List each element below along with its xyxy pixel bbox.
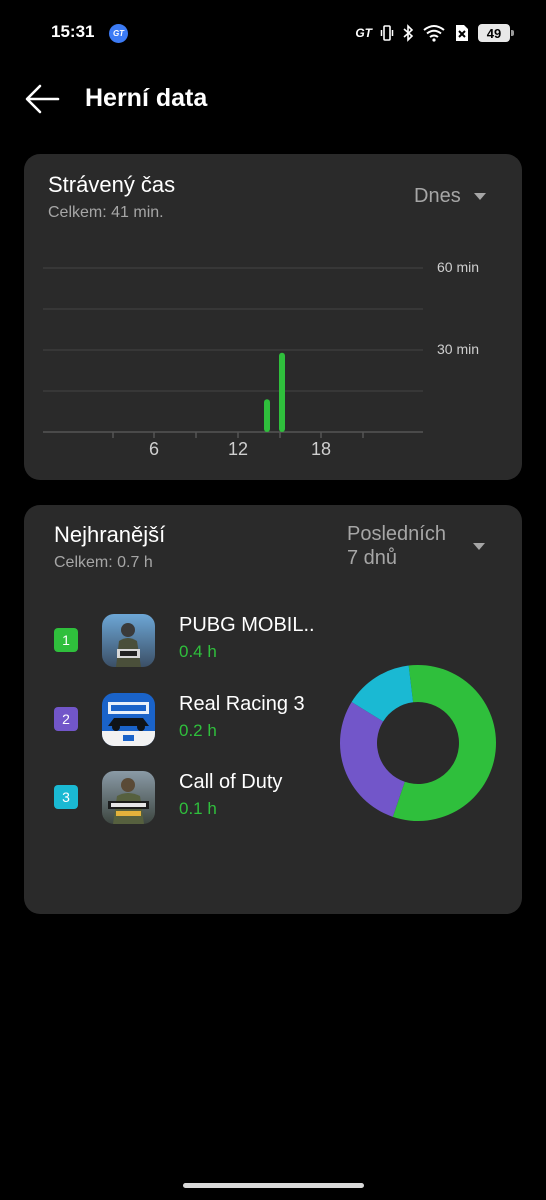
y-tick-label: 60 min — [437, 259, 480, 275]
most-played-title: Nejhranější — [54, 522, 166, 547]
y-tick-label: 30 min — [437, 341, 480, 357]
period-dropdown-label: Dnes — [414, 185, 461, 207]
status-time: 15:31 — [51, 22, 95, 41]
period-dropdown[interactable]: Posledních 7 dnů — [347, 522, 497, 572]
back-button[interactable] — [20, 80, 64, 118]
status-bar: 15:31 GT GT 49 — [0, 0, 546, 64]
time-spent-chart — [43, 267, 423, 438]
list-item[interactable]: 2 Real Racing 3 0.2 h — [24, 693, 324, 749]
no-sim-icon — [456, 25, 468, 41]
dropdown-arrow-icon — [473, 543, 485, 550]
home-indicator[interactable] — [183, 1183, 364, 1188]
gt-mode-icon: GT — [109, 24, 128, 43]
period-dropdown[interactable]: Dnes — [414, 184, 504, 212]
donut-slice — [340, 702, 405, 817]
app-name: PUBG MOBIL.. — [179, 614, 315, 636]
app-play-time: 0.1 h — [179, 799, 217, 818]
time-spent-total: Celkem: 41 min. — [48, 204, 164, 221]
play-time-donut-chart — [340, 665, 496, 821]
pubg-mobile-app-icon — [102, 614, 155, 667]
arrow-left-icon — [25, 84, 60, 114]
rank-badge: 2 — [54, 707, 78, 731]
rank-badge: 3 — [54, 785, 78, 809]
chart-bar — [279, 352, 285, 432]
gt-icon: GT — [355, 26, 372, 40]
x-tick-label: 18 — [310, 439, 332, 459]
time-spent-title: Strávený čas — [48, 172, 176, 197]
list-item[interactable]: 1 PUBG MOBIL.. 0.4 h — [24, 614, 324, 670]
vibrate-icon — [380, 25, 394, 41]
real-racing-3-app-icon — [102, 693, 155, 746]
app-play-time: 0.2 h — [179, 721, 217, 740]
app-name: Real Racing 3 — [179, 693, 305, 715]
x-tick-label: 6 — [148, 439, 160, 459]
app-play-time: 0.4 h — [179, 642, 217, 661]
most-played-card: Nejhranější Celkem: 0.7 h Posledních 7 d… — [24, 505, 522, 914]
most-played-total: Celkem: 0.7 h — [54, 554, 153, 571]
wifi-icon — [423, 25, 445, 42]
time-spent-card: Strávený čas Celkem: 41 min. Dnes 60 min… — [24, 154, 522, 480]
chart-bar — [264, 399, 270, 432]
battery-icon: 49 — [478, 24, 514, 42]
list-item[interactable]: 3 Call of Duty 0.1 h — [24, 771, 324, 827]
bluetooth-icon — [403, 24, 414, 42]
dropdown-arrow-icon — [474, 193, 486, 200]
rank-badge: 1 — [54, 628, 78, 652]
page-title: Herní data — [85, 84, 208, 112]
call-of-duty-app-icon — [102, 771, 155, 824]
app-name: Call of Duty — [179, 771, 283, 793]
status-icons: GT 49 — [355, 22, 514, 44]
x-tick-label: 12 — [227, 439, 249, 459]
